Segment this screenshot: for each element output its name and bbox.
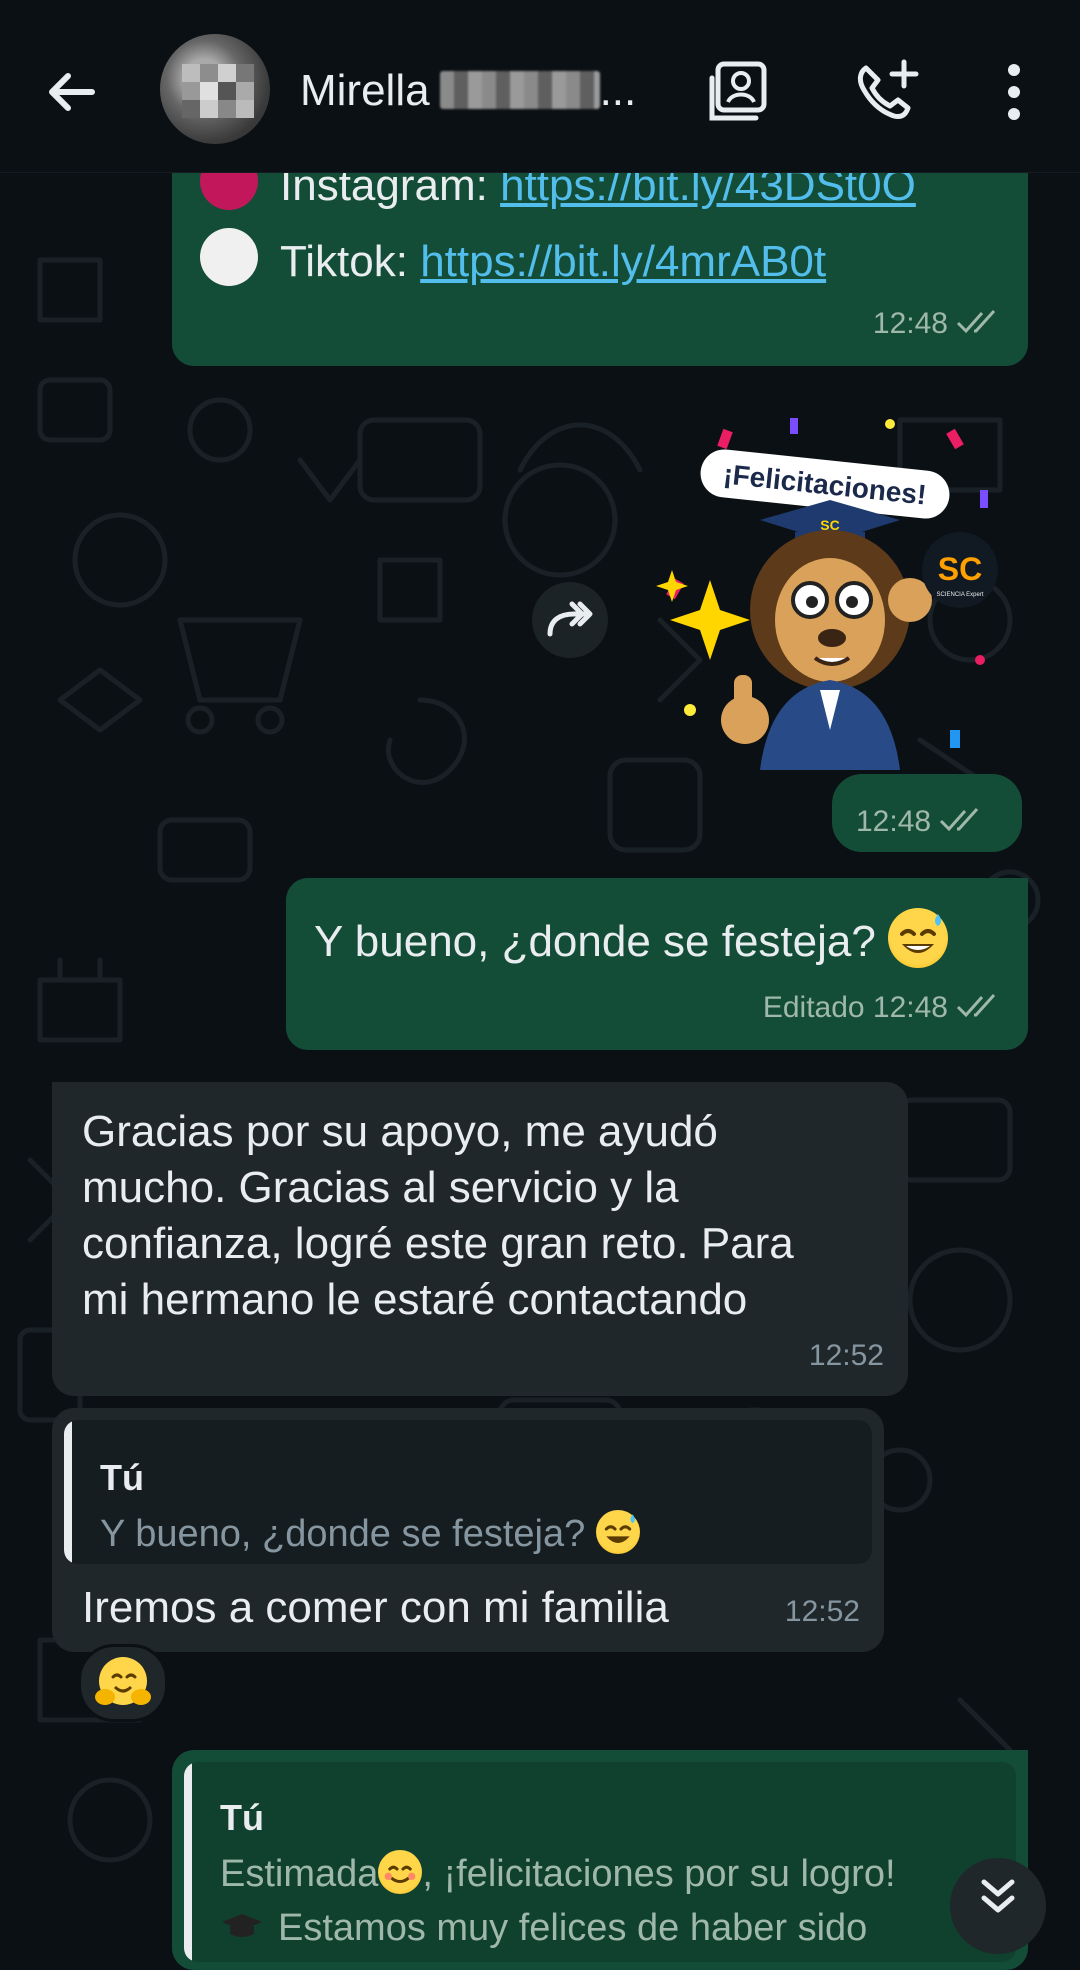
chat-header: Mirella... [0,0,1080,173]
sweat-smile-emoji [888,908,949,968]
contact-first-name: Mirella [300,66,430,115]
message-time: 12:52 [784,1595,860,1628]
message-text: Iremos a comer con mi familia [82,1583,669,1632]
message-time: 12:48 [856,805,932,838]
message-meta: 12:52 [809,1328,884,1384]
tiktok-label: Tiktok: [280,237,408,286]
edited-label: Editado [762,991,865,1024]
badge-text: SC [938,551,982,587]
hugging-face-emoji [95,1657,151,1705]
message-meta: 12:52 [785,1584,860,1640]
tiktok-line: Tiktok: https://bit.ly/4mrAB0t [200,228,826,290]
quote-bar [184,1762,192,1962]
blurred-surname [439,71,600,109]
message-meta: Editado 12:48 [763,980,1002,1036]
menu-button[interactable] [980,56,1052,128]
read-ticks-icon [956,309,996,334]
quoted-message[interactable]: Tú Estimada , ¡felicitaciones por su logr… [184,1762,1016,1962]
contact-name[interactable]: Mirella... [300,66,636,116]
quote-author: Tú [220,1797,264,1838]
smiling-face-emoji [378,1850,423,1894]
family-reply-message[interactable]: Tú Y bueno, ¿donde se festeja? Iremos a … [52,1408,884,1652]
scroll-down-button[interactable] [950,1858,1046,1954]
contact-avatar[interactable] [160,34,270,144]
congrats-sticker[interactable]: ¡Felicitaciones! SC SC SCIENCIA Expert [650,410,1010,770]
read-ticks-icon [956,993,996,1018]
read-ticks-icon [940,807,979,832]
message-time: 12:48 [872,307,948,340]
badge-subtext: SCIENCIA Expert [936,592,983,598]
name-ellipsis: ... [599,66,637,115]
message-meta: 12:48 [873,296,1002,352]
thanks-line-2: mucho. Gracias al servicio y la [82,1163,679,1212]
quote-author: Tú [100,1457,144,1498]
tiktok-link[interactable]: https://bit.ly/4mrAB0t [420,237,826,286]
quote-text-line-2: Estamos muy felices de haber sido [220,1900,867,1956]
more-vertical-icon [1008,64,1020,120]
quote-text-line-1: Estimada , ¡felicitaciones por su logro! [220,1846,896,1902]
sweat-smile-emoji [595,1510,640,1554]
message-text: Y bueno, ¿donde se festeja? [314,917,876,966]
quote-text: Y bueno, ¿donde se festeja? [100,1506,640,1562]
quote-bar [64,1420,72,1564]
quoted-message[interactable]: Tú Y bueno, ¿donde se festeja? [64,1420,872,1564]
quote-text-part-a: Estimada [220,1853,379,1895]
video-call-button[interactable] [706,56,778,128]
sticker-time-pill: 12:48 [832,774,1022,852]
quote-text-line-2-content: Estamos muy felices de haber sido [278,1907,868,1949]
graduation-cap-emoji [220,1902,264,1937]
question-text-line: Y bueno, ¿donde se festeja? [314,908,949,970]
back-button[interactable] [40,60,104,124]
message-meta: 12:48 [856,794,985,850]
congrats-reply-message[interactable]: Tú Estimada , ¡felicitaciones por su logr… [172,1750,1028,1970]
quote-text-content: Y bueno, ¿donde se festeja? [100,1513,586,1555]
lion-graduate-sticker: ¡Felicitaciones! SC SC SCIENCIA Expert [656,418,998,770]
thanks-line-3: confianza, logré este gran reto. Para [82,1219,794,1268]
thanks-line-4: mi hermano le estaré contactando [82,1275,748,1324]
tiktok-dot [200,228,258,286]
message-time: 12:48 [872,991,948,1024]
arrow-left-icon [49,73,95,111]
contact-card-icon [709,61,767,121]
add-call-button[interactable] [852,56,924,128]
quote-text-part-b: , ¡felicitaciones por su logro! [422,1853,896,1895]
forward-button[interactable] [532,582,608,658]
question-message[interactable]: Y bueno, ¿donde se festeja? Editado 12:4… [286,878,1028,1050]
thanks-message[interactable]: Gracias por su apoyo, me ayudó mucho. Gr… [52,1082,908,1396]
double-chevron-down-icon [981,1879,1015,1913]
add-call-icon [857,59,919,119]
message-time: 12:52 [808,1339,884,1372]
reaction-badge[interactable] [78,1644,168,1722]
forward-icon [547,601,593,637]
thanks-line-1: Gracias por su apoyo, me ayudó [82,1107,718,1156]
